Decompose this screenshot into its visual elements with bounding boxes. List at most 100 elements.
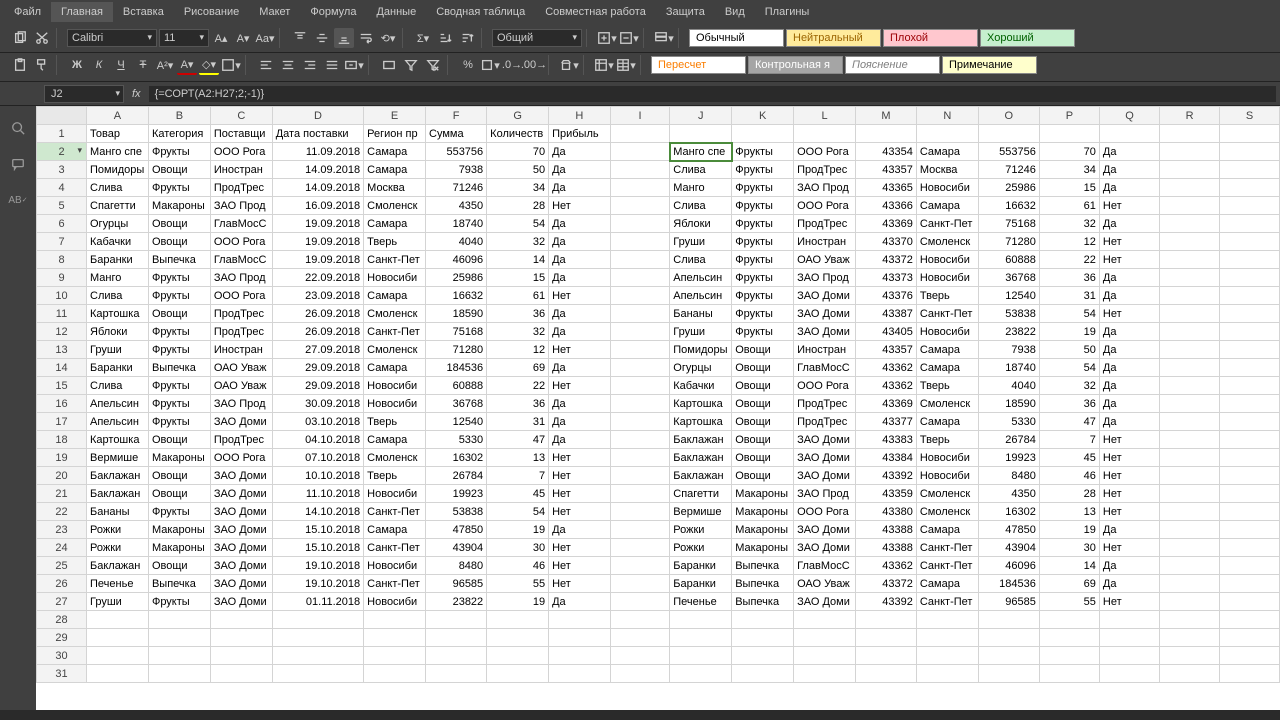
cell-A16[interactable]: Апельсин xyxy=(87,395,149,413)
cell-E10[interactable]: Самара xyxy=(364,287,426,305)
cell-D4[interactable]: 14.09.2018 xyxy=(272,179,363,197)
cell-H6[interactable]: Да xyxy=(549,215,611,233)
cell-I17[interactable] xyxy=(610,413,670,431)
cell-R15[interactable] xyxy=(1160,377,1220,395)
cell-I2[interactable] xyxy=(610,143,670,161)
cell-M26[interactable]: 43372 xyxy=(856,575,917,593)
cell-Q19[interactable]: Нет xyxy=(1099,449,1159,467)
cell-D2[interactable]: 11.09.2018 xyxy=(272,143,363,161)
cell-K20[interactable]: Овощи xyxy=(732,467,794,485)
cell-J6[interactable]: Яблоки xyxy=(670,215,732,233)
cell-N22[interactable]: Смоленск xyxy=(916,503,978,521)
cell-G26[interactable]: 55 xyxy=(487,575,549,593)
col-header-D[interactable]: D xyxy=(272,107,363,125)
menu-рисование[interactable]: Рисование xyxy=(174,2,249,22)
cell-D10[interactable]: 23.09.2018 xyxy=(272,287,363,305)
cell-I28[interactable] xyxy=(610,611,670,629)
cell-J31[interactable] xyxy=(670,665,732,683)
cell-Q2[interactable]: Да xyxy=(1099,143,1159,161)
cell-L13[interactable]: Иностран xyxy=(794,341,856,359)
cell-B30[interactable] xyxy=(148,647,210,665)
named-range-icon[interactable] xyxy=(379,55,399,75)
cell-E14[interactable]: Самара xyxy=(364,359,426,377)
cell-B29[interactable] xyxy=(148,629,210,647)
cell-E12[interactable]: Санкт-Пет xyxy=(364,323,426,341)
cell-R5[interactable] xyxy=(1160,197,1220,215)
cell-N17[interactable]: Самара xyxy=(916,413,978,431)
cell-A11[interactable]: Картошка xyxy=(87,305,149,323)
cell-G29[interactable] xyxy=(487,629,549,647)
menu-защита[interactable]: Защита xyxy=(656,2,715,22)
cell-Q14[interactable]: Да xyxy=(1099,359,1159,377)
cell-E15[interactable]: Новосиби xyxy=(364,377,426,395)
col-header-L[interactable]: L xyxy=(794,107,856,125)
cell-E29[interactable] xyxy=(364,629,426,647)
cell-D6[interactable]: 19.09.2018 xyxy=(272,215,363,233)
row-header-24[interactable]: 24 xyxy=(37,539,87,557)
col-header-R[interactable]: R xyxy=(1160,107,1220,125)
cell-E23[interactable]: Самара xyxy=(364,521,426,539)
cell-O18[interactable]: 26784 xyxy=(978,431,1039,449)
cell-Q26[interactable]: Да xyxy=(1099,575,1159,593)
filter-icon[interactable] xyxy=(401,55,421,75)
cell-F11[interactable]: 18590 xyxy=(426,305,487,323)
cell-P8[interactable]: 22 xyxy=(1039,251,1099,269)
cell-F12[interactable]: 75168 xyxy=(426,323,487,341)
cell-K13[interactable]: Овощи xyxy=(732,341,794,359)
cell-M17[interactable]: 43377 xyxy=(856,413,917,431)
cell-N30[interactable] xyxy=(916,647,978,665)
cell-F30[interactable] xyxy=(426,647,487,665)
cell-L7[interactable]: Иностран xyxy=(794,233,856,251)
cell-O31[interactable] xyxy=(978,665,1039,683)
cell-K8[interactable]: Фрукты xyxy=(732,251,794,269)
cell-F20[interactable]: 26784 xyxy=(426,467,487,485)
col-header-F[interactable]: F xyxy=(426,107,487,125)
cell-K9[interactable]: Фрукты xyxy=(732,269,794,287)
cell-J21[interactable]: Спагетти xyxy=(670,485,732,503)
cell-K14[interactable]: Овощи xyxy=(732,359,794,377)
cell-S30[interactable] xyxy=(1220,647,1280,665)
cell-H4[interactable]: Да xyxy=(549,179,611,197)
style-normal[interactable]: Обычный xyxy=(689,29,784,47)
cell-S14[interactable] xyxy=(1220,359,1280,377)
cell-E24[interactable]: Санкт-Пет xyxy=(364,539,426,557)
cell-H30[interactable] xyxy=(549,647,611,665)
cell-P3[interactable]: 34 xyxy=(1039,161,1099,179)
cell-S22[interactable] xyxy=(1220,503,1280,521)
cell-M2[interactable]: 43354 xyxy=(856,143,917,161)
cell-L3[interactable]: ПродТрес xyxy=(794,161,856,179)
cell-J23[interactable]: Рожки xyxy=(670,521,732,539)
col-header-C[interactable]: C xyxy=(210,107,272,125)
cell-P27[interactable]: 55 xyxy=(1039,593,1099,611)
cell-L8[interactable]: ОАО Уваж xyxy=(794,251,856,269)
cell-O9[interactable]: 36768 xyxy=(978,269,1039,287)
cell-G15[interactable]: 22 xyxy=(487,377,549,395)
cell-O26[interactable]: 184536 xyxy=(978,575,1039,593)
cell-G23[interactable]: 19 xyxy=(487,521,549,539)
align-middle-icon[interactable] xyxy=(312,28,332,48)
cell-I29[interactable] xyxy=(610,629,670,647)
cell-H22[interactable]: Нет xyxy=(549,503,611,521)
menu-макет[interactable]: Макет xyxy=(249,2,300,22)
spellcheck-icon[interactable]: АВ✓ xyxy=(6,188,30,212)
cell-E4[interactable]: Москва xyxy=(364,179,426,197)
cell-F8[interactable]: 46096 xyxy=(426,251,487,269)
cell-D30[interactable] xyxy=(272,647,363,665)
col-header-H[interactable]: H xyxy=(549,107,611,125)
cell-J20[interactable]: Баклажан xyxy=(670,467,732,485)
col-header-P[interactable]: P xyxy=(1039,107,1099,125)
cell-R30[interactable] xyxy=(1160,647,1220,665)
cell-I18[interactable] xyxy=(610,431,670,449)
cell-S11[interactable] xyxy=(1220,305,1280,323)
align-right-icon[interactable] xyxy=(300,55,320,75)
cell-O21[interactable]: 4350 xyxy=(978,485,1039,503)
cell-P23[interactable]: 19 xyxy=(1039,521,1099,539)
cell-E17[interactable]: Тверь xyxy=(364,413,426,431)
cell-P31[interactable] xyxy=(1039,665,1099,683)
cell-O12[interactable]: 23822 xyxy=(978,323,1039,341)
cell-K16[interactable]: Овощи xyxy=(732,395,794,413)
cell-D7[interactable]: 19.09.2018 xyxy=(272,233,363,251)
cell-J1[interactable] xyxy=(670,125,732,143)
cell-S1[interactable] xyxy=(1220,125,1280,143)
cell-I24[interactable] xyxy=(610,539,670,557)
